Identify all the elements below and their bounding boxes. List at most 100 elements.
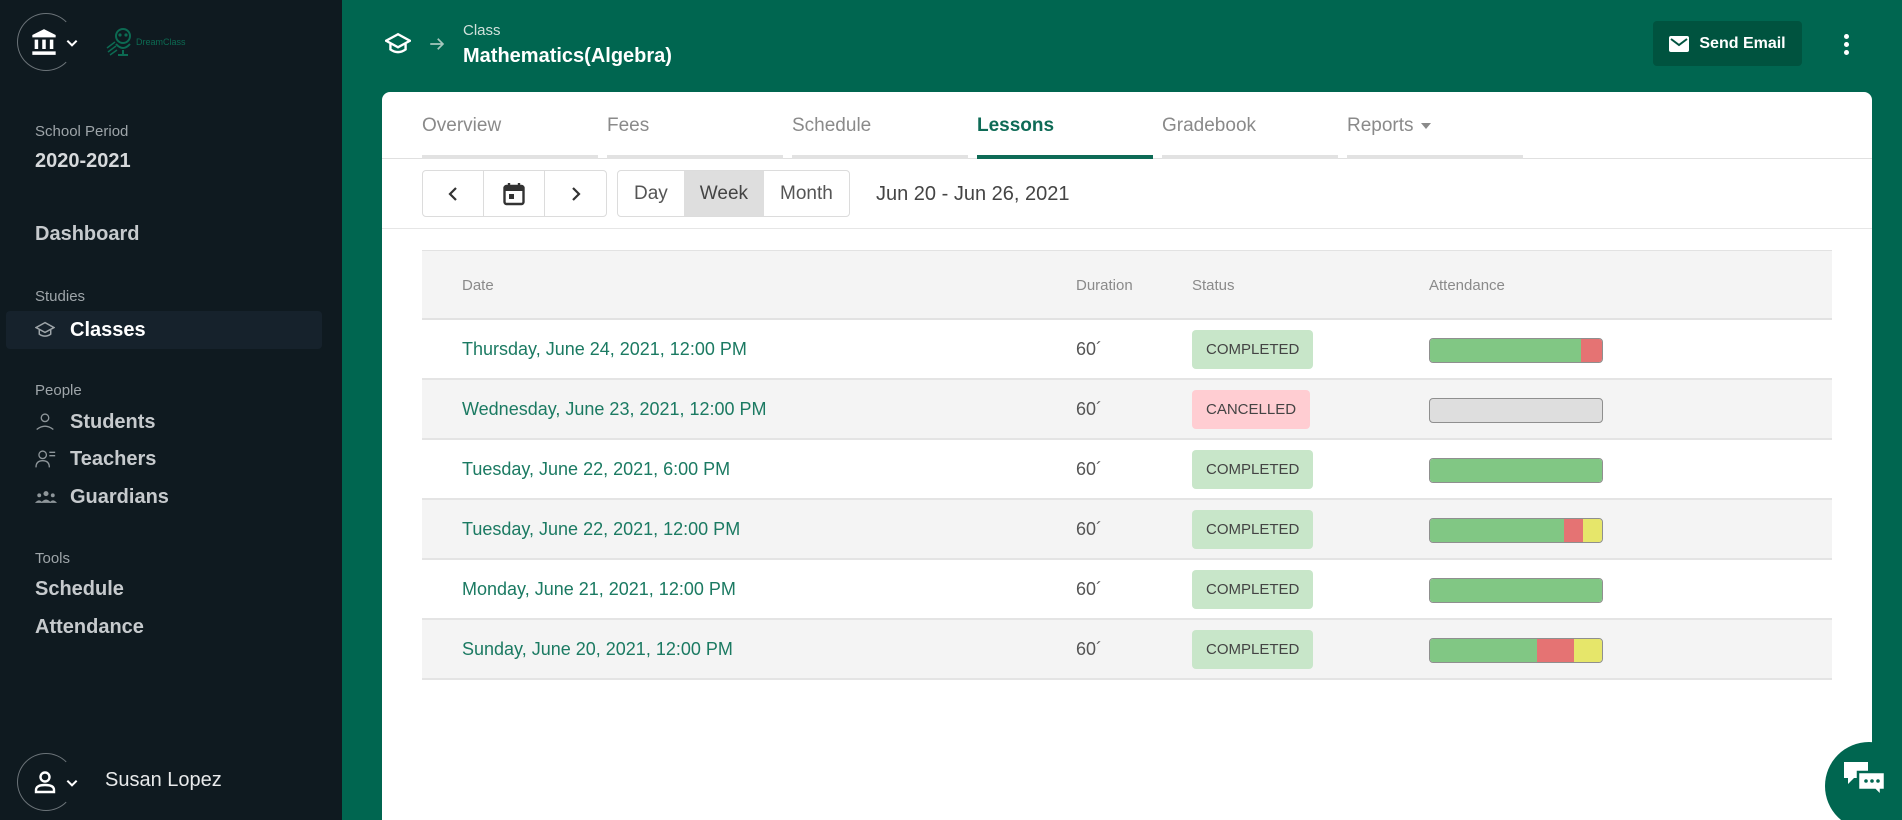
attendance-bar [1429, 458, 1603, 483]
table-row[interactable]: Thursday, June 24, 2021, 12:00 PM 60´ COMP… [422, 320, 1832, 380]
lesson-duration: 60´ [1076, 339, 1103, 359]
sidebar-item-label: Guardians [70, 485, 169, 508]
attendance-bar [1429, 578, 1603, 603]
lesson-date-link[interactable]: Sunday, June 20, 2021, 12:00 PM [462, 639, 733, 660]
tab-label: Lessons [977, 115, 1055, 136]
tab-label: Fees [607, 115, 650, 136]
column-header-date[interactable]: Date [462, 277, 494, 294]
column-header-attendance[interactable]: Attendance [1429, 277, 1505, 294]
calendar-picker-button[interactable] [484, 171, 545, 216]
lesson-date-link[interactable]: Wednesday, June 23, 2021, 12:00 PM [462, 399, 767, 420]
tab-lessons[interactable]: Lessons [977, 92, 1153, 159]
page-title: Mathematics(Algebra) [463, 45, 672, 67]
school-period-value[interactable]: 2020-2021 [35, 150, 131, 173]
user-icon [34, 771, 56, 794]
attendance-present-segment [1430, 519, 1565, 542]
status-badge: CANCELLED [1192, 390, 1311, 429]
view-week-button[interactable]: Week [683, 171, 765, 216]
breadcrumb-label[interactable]: Class [463, 22, 501, 39]
view-day-button[interactable]: Day [618, 171, 684, 216]
tab-overview[interactable]: Overview [422, 92, 598, 159]
column-header-status[interactable]: Status [1192, 277, 1235, 294]
status-badge: COMPLETED [1192, 570, 1314, 609]
user-menu-button[interactable] [17, 753, 78, 811]
lesson-date-link[interactable]: Monday, June 21, 2021, 12:00 PM [462, 579, 736, 600]
next-button[interactable] [545, 171, 606, 216]
lesson-duration: 60´ [1076, 579, 1103, 599]
sidebar-item-label: Classes [70, 318, 146, 341]
date-range-label: Jun 20 - Jun 26, 2021 [876, 183, 1070, 205]
table-row[interactable]: Tuesday, June 22, 2021, 12:00 PM 60´ COMPL… [422, 500, 1832, 560]
view-switcher: Day Week Month [617, 170, 850, 217]
tab-fees[interactable]: Fees [607, 92, 783, 159]
tab-label: Overview [422, 115, 502, 136]
table-row[interactable]: Monday, June 21, 2021, 12:00 PM 60´ COMPLE… [422, 560, 1832, 620]
calendar-icon [503, 182, 525, 205]
sidebar-item-label: Teachers [70, 447, 157, 470]
tab-gradebook[interactable]: Gradebook [1162, 92, 1338, 159]
kebab-dot [1843, 41, 1849, 47]
tab-label-wrap: Reports [1347, 115, 1432, 137]
sidebar-item-students[interactable]: Students [6, 403, 322, 441]
arrow-right-icon [430, 38, 445, 50]
kebab-dot [1843, 33, 1849, 39]
lesson-duration: 60´ [1076, 519, 1103, 539]
user-name: Susan Lopez [105, 769, 222, 791]
teacher-icon [35, 449, 57, 469]
kebab-dot [1843, 49, 1849, 55]
studies-section-label: Studies [35, 288, 86, 305]
chevron-down-icon [66, 779, 78, 787]
logo-text: DreamClass [136, 37, 186, 47]
tab-bar: Overview Fees Schedule Lessons Gradebook… [382, 92, 1872, 159]
tools-section-label: Tools [35, 550, 71, 567]
attendance-late-segment [1574, 639, 1602, 662]
status-badge: COMPLETED [1192, 450, 1314, 489]
attendance-bar [1429, 518, 1603, 543]
tab-reports[interactable]: Reports [1347, 92, 1523, 159]
table-row[interactable]: Tuesday, June 22, 2021, 6:00 PM 60´ COMPLE… [422, 440, 1832, 500]
dreamclass-logo: DreamClass [104, 26, 186, 58]
view-month-button[interactable]: Month [764, 171, 849, 216]
send-email-label: Send Email [1699, 34, 1786, 52]
previous-button[interactable] [423, 171, 484, 216]
graduation-cap-icon [385, 32, 411, 54]
tab-label: Reports [1347, 115, 1414, 136]
attendance-absent-segment [1564, 519, 1584, 542]
attendance-absent-segment [1581, 339, 1602, 362]
sidebar-item-guardians[interactable]: Guardians [6, 478, 322, 516]
people-section-label: People [35, 382, 82, 399]
status-badge: COMPLETED [1192, 630, 1314, 669]
more-options-button[interactable] [1835, 30, 1857, 58]
attendance-absent-segment [1536, 639, 1575, 662]
lessons-table: Date Duration Status Attendance Thursday… [422, 250, 1832, 680]
attendance-bar [1429, 638, 1603, 663]
tab-label: Schedule [792, 115, 872, 136]
sidebar-item-schedule[interactable]: Schedule [35, 578, 124, 601]
column-header-duration[interactable]: Duration [1076, 277, 1133, 294]
organization-switcher[interactable] [17, 13, 78, 71]
calendar-toolbar: Day Week Month Jun 20 - Jun 26, 2021 [382, 159, 1872, 229]
lesson-date-link[interactable]: Tuesday, June 22, 2021, 12:00 PM [462, 519, 740, 540]
tab-schedule[interactable]: Schedule [792, 92, 968, 159]
sidebar-item-label: Students [70, 410, 156, 433]
caret-down-icon [1420, 123, 1431, 129]
lesson-date-link[interactable]: Tuesday, June 22, 2021, 6:00 PM [462, 459, 730, 480]
mail-icon [1669, 35, 1690, 52]
table-row[interactable]: Wednesday, June 23, 2021, 12:00 PM 60´ CAN… [422, 380, 1832, 440]
table-row[interactable]: Sunday, June 20, 2021, 12:00 PM 60´ COMPLE… [422, 620, 1832, 680]
table-body: Thursday, June 24, 2021, 12:00 PM 60´ COMP… [422, 320, 1832, 680]
table-header: Date Duration Status Attendance [422, 250, 1832, 320]
lesson-date-link[interactable]: Thursday, June 24, 2021, 12:00 PM [462, 339, 747, 360]
chevron-down-icon [66, 39, 78, 47]
attendance-bar [1429, 338, 1603, 363]
student-icon [35, 412, 57, 432]
sidebar-item-teachers[interactable]: Teachers [6, 440, 322, 478]
send-email-button[interactable]: Send Email [1653, 21, 1802, 66]
sidebar-item-dashboard[interactable]: Dashboard [35, 223, 139, 246]
sidebar-item-classes[interactable]: Classes [6, 311, 322, 349]
attendance-late-segment [1583, 519, 1602, 542]
date-navigation [422, 170, 607, 217]
tab-label: Gradebook [1162, 115, 1257, 136]
sidebar-item-attendance[interactable]: Attendance [35, 616, 144, 639]
chat-bubbles-icon [1844, 762, 1887, 800]
